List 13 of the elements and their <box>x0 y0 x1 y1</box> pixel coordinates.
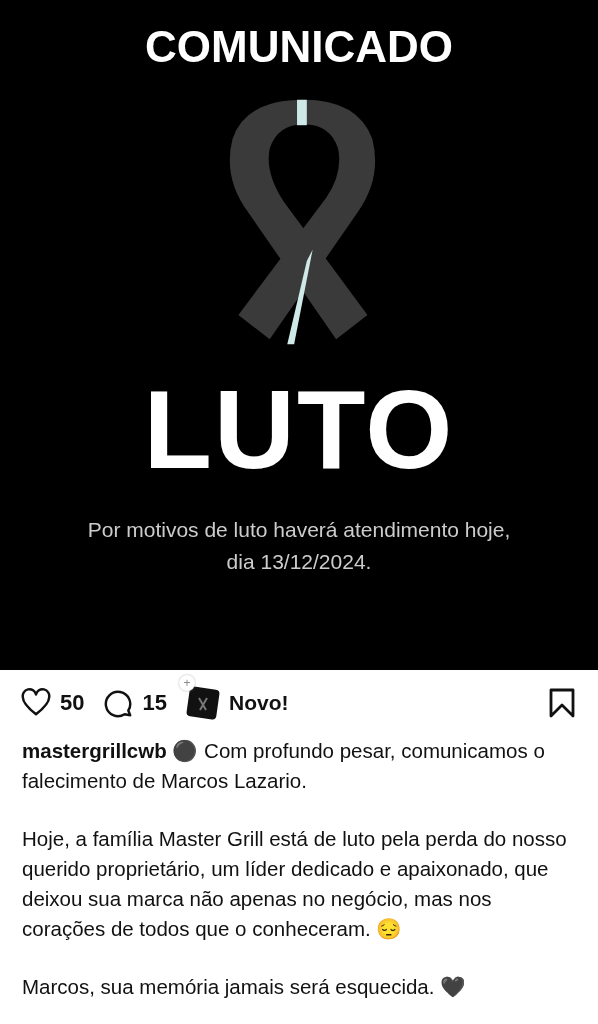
comment-count[interactable]: 15 <box>142 690 167 716</box>
post-heading: COMUNICADO <box>145 22 453 72</box>
add-badge[interactable]: + <box>178 675 195 691</box>
post-title: LUTO <box>143 370 455 490</box>
like-count[interactable]: 50 <box>60 690 85 716</box>
bookmark-icon[interactable] <box>548 687 576 719</box>
post-subtitle: Por motivos de luto haverá atendimento hoje, dia 13/12/2024. <box>86 517 512 575</box>
thumbnail-icon[interactable] <box>185 686 220 720</box>
caption-text: mastergrillcwb ⚫ Com profundo pesar, comunicamos o falecimento de Marcos Lazario. <box>22 738 546 794</box>
caption-paragraph: Hoje, a família Master Grill está de luto pela perda do nosso querido proprietário, um líder dedicado e apaixonado, que deixou sua marca não apenas no negócio, mas nos corações de todos que o conheceram. 😔 <box>22 826 568 942</box>
new-label[interactable]: Novo! <box>228 691 289 715</box>
caption-paragraph: Marcos, sua memória jamais será esquecida. 🖤 <box>22 974 468 1000</box>
heart-icon[interactable] <box>20 688 52 718</box>
